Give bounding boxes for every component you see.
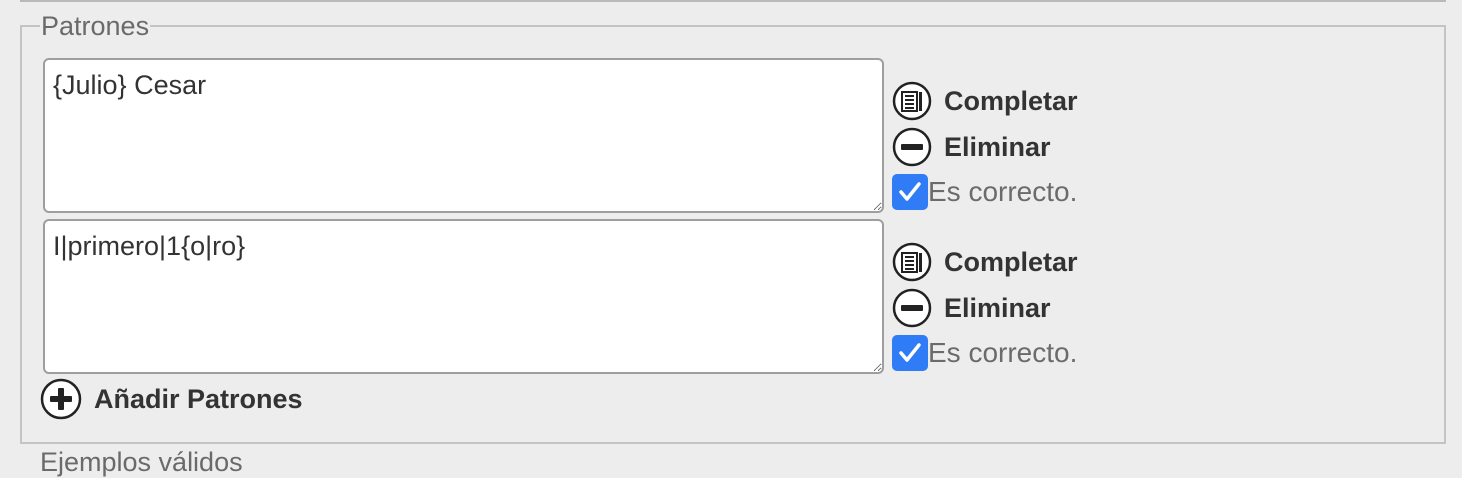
minus-circle-icon xyxy=(892,127,932,167)
delete-button[interactable]: Eliminar xyxy=(892,124,1152,170)
complete-label: Completar xyxy=(944,246,1078,277)
add-patterns-button[interactable]: Añadir Patrones xyxy=(40,378,303,420)
pattern-row: {Julio} Cesar Completar Eliminar Es corr… xyxy=(43,58,1143,214)
document-list-icon xyxy=(892,81,932,121)
complete-label: Completar xyxy=(944,85,1078,116)
delete-button[interactable]: Eliminar xyxy=(892,285,1152,331)
correct-checkbox[interactable] xyxy=(892,335,928,371)
complete-button[interactable]: Completar xyxy=(892,239,1152,285)
correct-checkbox[interactable] xyxy=(892,174,928,210)
patterns-legend: Patrones xyxy=(41,11,150,41)
valid-examples-legend: Ejemplos válidos xyxy=(40,447,243,477)
plus-circle-icon xyxy=(40,378,82,420)
top-divider xyxy=(20,0,1446,2)
document-list-icon xyxy=(892,242,932,282)
checkmark-icon xyxy=(899,182,921,201)
pattern-actions: Completar Eliminar Es correcto. xyxy=(892,239,1152,375)
checkmark-icon xyxy=(899,343,921,362)
correct-label: Es correcto. xyxy=(928,337,1078,368)
correct-label: Es correcto. xyxy=(928,176,1078,207)
correct-option: Es correcto. xyxy=(892,331,1152,375)
correct-option: Es correcto. xyxy=(892,170,1152,214)
complete-button[interactable]: Completar xyxy=(892,78,1152,124)
pattern-textarea[interactable]: {Julio} Cesar xyxy=(43,58,884,213)
pattern-row: I|primero|1{o|ro} Completar Eliminar Es … xyxy=(43,219,1143,375)
delete-label: Eliminar xyxy=(944,292,1051,323)
pattern-textarea[interactable]: I|primero|1{o|ro} xyxy=(43,219,884,374)
add-patterns-label: Añadir Patrones xyxy=(94,383,303,414)
delete-label: Eliminar xyxy=(944,131,1051,162)
pattern-actions: Completar Eliminar Es correcto. xyxy=(892,78,1152,214)
minus-circle-icon xyxy=(892,288,932,328)
